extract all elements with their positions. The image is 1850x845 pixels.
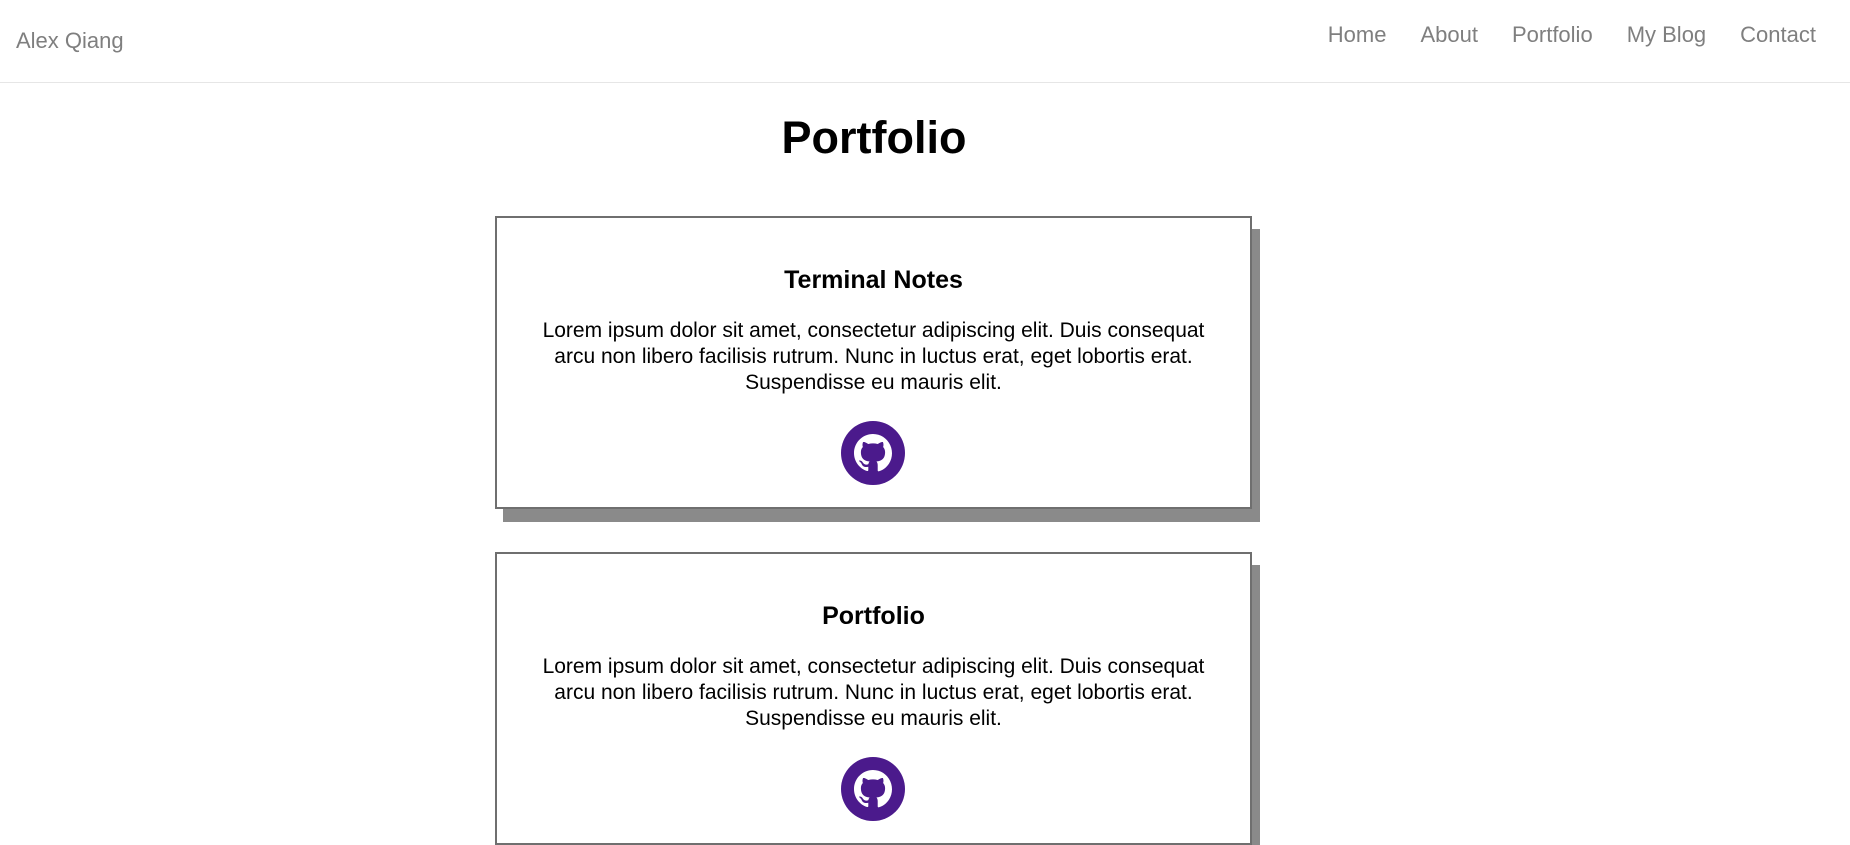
project-card-terminal-notes: Terminal Notes Lorem ipsum dolor sit ame… — [495, 216, 1252, 509]
project-card-portfolio: Portfolio Lorem ipsum dolor sit amet, co… — [495, 552, 1252, 845]
nav-link-about[interactable]: About — [1420, 20, 1478, 50]
project-title: Terminal Notes — [784, 266, 963, 294]
page-title: Portfolio — [781, 112, 967, 163]
navbar: Alex Qiang Home About Portfolio My Blog … — [0, 0, 1850, 83]
nav-links: Home About Portfolio My Blog Contact — [1328, 20, 1816, 50]
project-title: Portfolio — [822, 602, 925, 630]
project-description: Lorem ipsum dolor sit amet, consectetur … — [542, 655, 1205, 730]
github-icon[interactable] — [841, 757, 905, 821]
nav-link-contact[interactable]: Contact — [1740, 20, 1816, 50]
nav-link-my-blog[interactable]: My Blog — [1627, 20, 1706, 50]
nav-link-home[interactable]: Home — [1328, 20, 1387, 50]
brand-link[interactable]: Alex Qiang — [16, 27, 124, 55]
nav-link-portfolio[interactable]: Portfolio — [1512, 20, 1593, 50]
github-icon[interactable] — [841, 421, 905, 485]
project-description: Lorem ipsum dolor sit amet, consectetur … — [542, 319, 1205, 394]
